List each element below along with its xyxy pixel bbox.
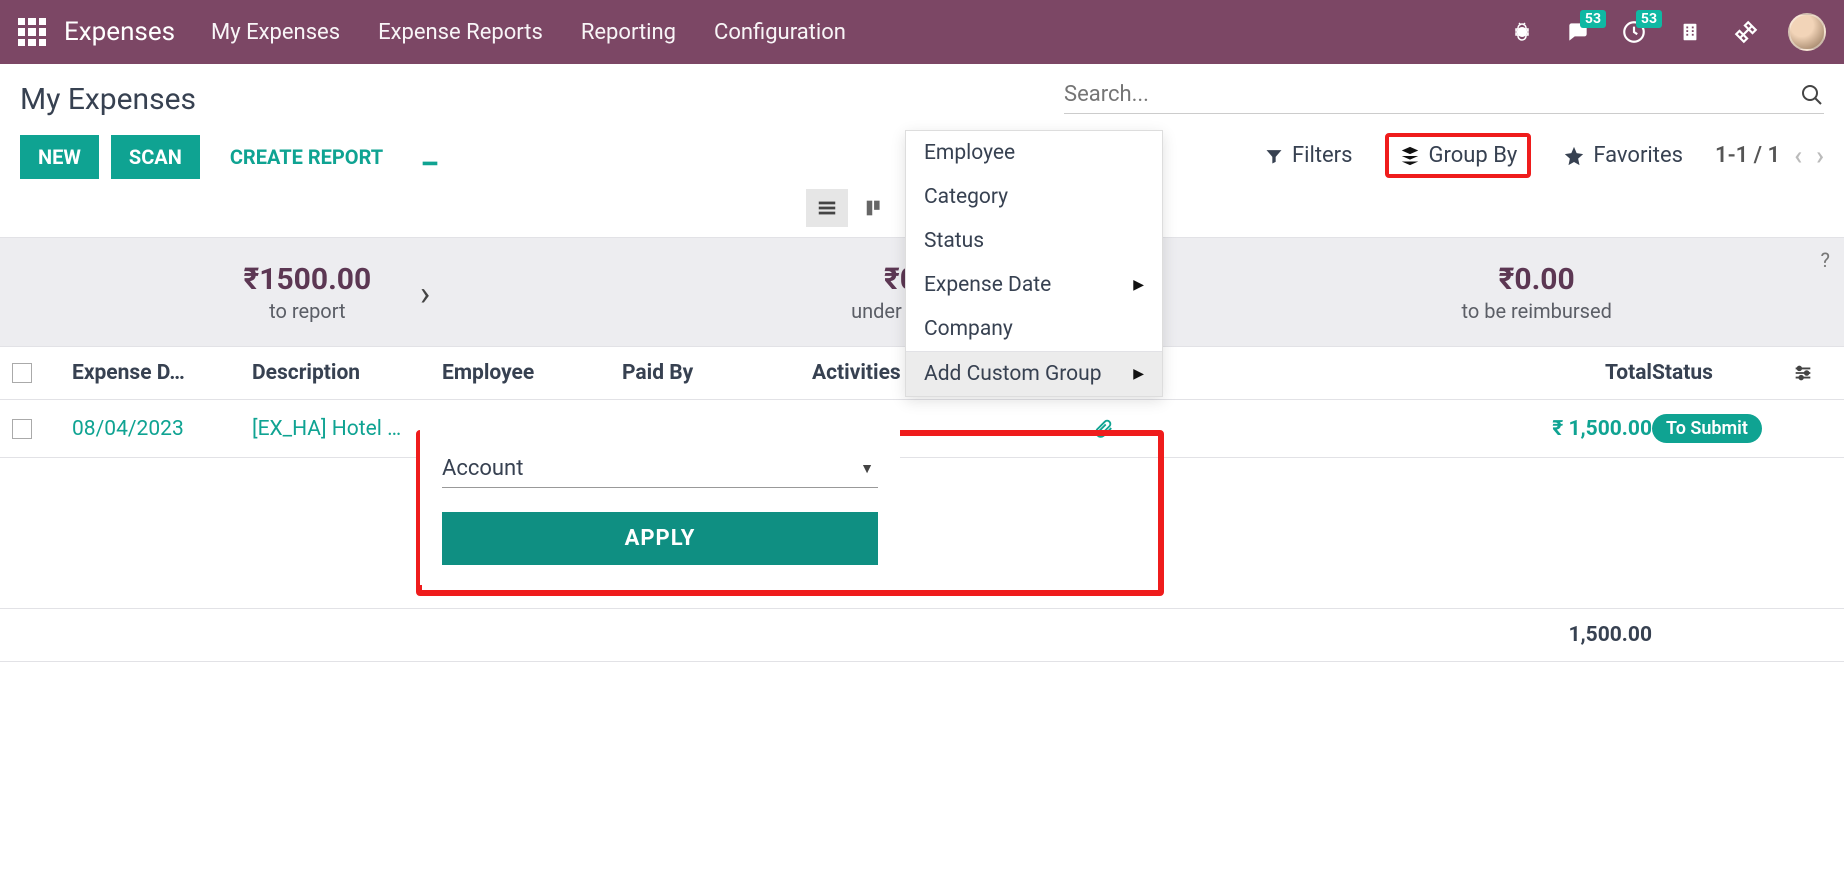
col-employee[interactable]: Employee	[442, 361, 622, 385]
nav-reporting[interactable]: Reporting	[581, 20, 676, 45]
favorites-label: Favorites	[1593, 143, 1683, 168]
activities-icon[interactable]: 53	[1614, 12, 1654, 52]
messages-badge: 53	[1580, 10, 1606, 28]
search-bar[interactable]	[1064, 82, 1824, 114]
scan-button[interactable]: SCAN	[111, 135, 200, 179]
new-button[interactable]: NEW	[20, 135, 99, 179]
apply-button[interactable]: APPLY	[442, 512, 878, 565]
nav-configuration[interactable]: Configuration	[714, 20, 846, 45]
create-report-button[interactable]: CREATE REPORT	[212, 135, 401, 179]
col-total[interactable]: Total	[1492, 361, 1652, 385]
col-expense-date[interactable]: Expense D…	[72, 361, 252, 385]
footer-total: 1,500.00	[1492, 623, 1652, 647]
groupby-category[interactable]: Category	[906, 175, 1162, 219]
groupby-employee[interactable]: Employee	[906, 131, 1162, 175]
app-brand[interactable]: Expenses	[64, 17, 175, 47]
list-view-button[interactable]	[806, 189, 848, 227]
groupby-dropdown: Employee Category Status Expense Date▶ C…	[905, 130, 1163, 397]
col-status[interactable]: Status	[1652, 361, 1792, 385]
search-icon[interactable]	[1800, 83, 1824, 107]
caret-right-icon: ▶	[1133, 366, 1144, 382]
custom-group-select[interactable]	[442, 450, 878, 488]
pager-prev-icon[interactable]: ‹	[1794, 141, 1802, 171]
col-description[interactable]: Description	[252, 361, 442, 385]
chevron-right-icon: ›	[420, 274, 430, 314]
summary-to-report-label: to report	[0, 299, 615, 323]
user-avatar[interactable]	[1788, 13, 1826, 51]
summary-to-reimburse-amount: ₹0.00	[1229, 262, 1844, 297]
activities-badge: 53	[1636, 10, 1662, 28]
tools-icon[interactable]	[1726, 12, 1766, 52]
caret-right-icon: ▶	[1133, 277, 1144, 293]
groupby-label: Group By	[1429, 143, 1518, 168]
help-icon[interactable]: ?	[1821, 248, 1830, 272]
table-footer: 1,500.00	[0, 608, 1844, 662]
filters-button[interactable]: Filters	[1258, 139, 1359, 172]
col-paid-by[interactable]: Paid By	[622, 361, 812, 385]
kanban-view-button[interactable]	[854, 189, 896, 227]
summary-to-reimburse-label: to be reimbursed	[1229, 299, 1844, 323]
groupby-button[interactable]: Group By	[1385, 133, 1532, 178]
summary-to-report-amount: ₹1500.00	[0, 262, 615, 297]
custom-group-panel: ▼ APPLY	[420, 430, 900, 585]
attachment-icon[interactable]	[1092, 418, 1492, 440]
filters-label: Filters	[1292, 143, 1353, 168]
search-input[interactable]	[1064, 82, 1800, 107]
row-status-badge: To Submit	[1652, 414, 1762, 443]
debug-icon[interactable]	[1502, 12, 1542, 52]
select-all-checkbox[interactable]	[12, 363, 32, 383]
groupby-status[interactable]: Status	[906, 219, 1162, 263]
nav-my-expenses[interactable]: My Expenses	[211, 20, 340, 45]
pager-next-icon[interactable]: ›	[1816, 141, 1824, 171]
summary-to-report[interactable]: ₹1500.00 to report	[0, 262, 615, 323]
optional-fields-icon[interactable]	[1792, 362, 1844, 384]
pager-text: 1-1 / 1	[1715, 143, 1780, 168]
row-date[interactable]: 08/04/2023	[72, 417, 184, 441]
groupby-company[interactable]: Company	[906, 307, 1162, 351]
pager: 1-1 / 1 ‹ ›	[1715, 141, 1824, 171]
apps-menu-icon[interactable]	[18, 18, 46, 46]
groupby-expense-date[interactable]: Expense Date▶	[906, 263, 1162, 307]
download-icon[interactable]	[419, 146, 441, 168]
row-description[interactable]: [EX_HA] Hotel …	[252, 417, 401, 441]
row-total: ₹ 1,500.00	[1492, 417, 1652, 441]
groupby-add-custom[interactable]: Add Custom Group▶	[906, 352, 1162, 396]
summary-to-reimburse[interactable]: ₹0.00 to be reimbursed	[1229, 262, 1844, 323]
top-navbar: Expenses My Expenses Expense Reports Rep…	[0, 0, 1844, 64]
company-icon[interactable]	[1670, 12, 1710, 52]
search-toolbar: Filters Group By Favorites 1-1 / 1 ‹ ›	[1258, 133, 1824, 178]
row-checkbox[interactable]	[12, 419, 32, 439]
page-title: My Expenses	[20, 82, 1064, 117]
nav-expense-reports[interactable]: Expense Reports	[378, 20, 543, 45]
table-row[interactable]: 08/04/2023 [EX_HA] Hotel … ₹ 1,500.00 To…	[0, 400, 1844, 458]
favorites-button[interactable]: Favorites	[1557, 139, 1689, 172]
messages-icon[interactable]: 53	[1558, 12, 1598, 52]
